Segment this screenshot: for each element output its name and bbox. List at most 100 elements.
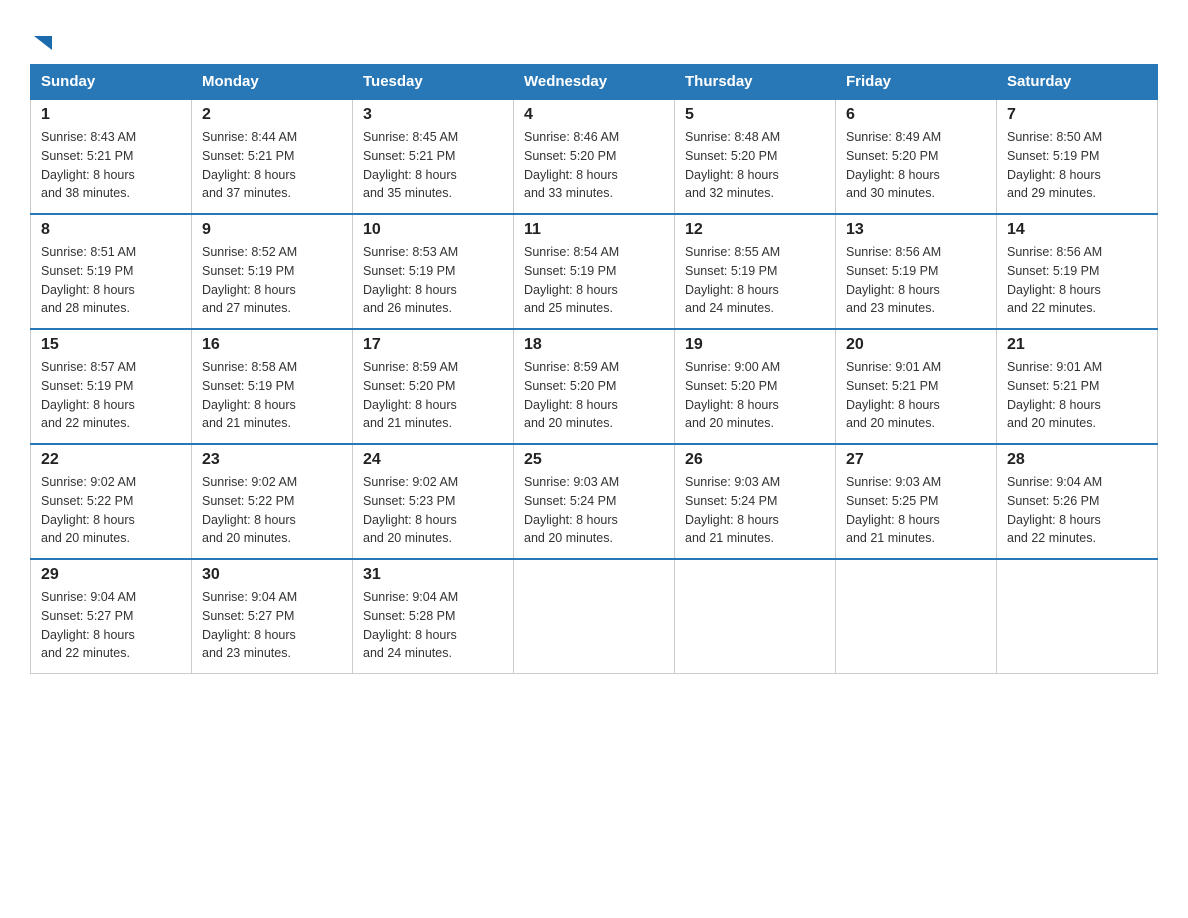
calendar-week-row: 1 Sunrise: 8:43 AMSunset: 5:21 PMDayligh… [31,99,1158,214]
calendar-cell: 23 Sunrise: 9:02 AMSunset: 5:22 PMDaylig… [192,444,353,559]
day-info: Sunrise: 8:56 AMSunset: 5:19 PMDaylight:… [1007,245,1102,315]
logo-triangle-icon [32,32,54,54]
calendar-cell: 17 Sunrise: 8:59 AMSunset: 5:20 PMDaylig… [353,329,514,444]
calendar-cell: 31 Sunrise: 9:04 AMSunset: 5:28 PMDaylig… [353,559,514,674]
day-info: Sunrise: 8:55 AMSunset: 5:19 PMDaylight:… [685,245,780,315]
calendar-cell: 25 Sunrise: 9:03 AMSunset: 5:24 PMDaylig… [514,444,675,559]
day-info: Sunrise: 9:02 AMSunset: 5:22 PMDaylight:… [41,475,136,545]
day-info: Sunrise: 9:01 AMSunset: 5:21 PMDaylight:… [846,360,941,430]
calendar-cell: 26 Sunrise: 9:03 AMSunset: 5:24 PMDaylig… [675,444,836,559]
calendar-cell: 2 Sunrise: 8:44 AMSunset: 5:21 PMDayligh… [192,99,353,214]
day-info: Sunrise: 9:00 AMSunset: 5:20 PMDaylight:… [685,360,780,430]
calendar-cell: 21 Sunrise: 9:01 AMSunset: 5:21 PMDaylig… [997,329,1158,444]
day-number: 3 [363,106,503,124]
calendar-cell: 19 Sunrise: 9:00 AMSunset: 5:20 PMDaylig… [675,329,836,444]
page-header [30,20,1158,54]
day-number: 5 [685,106,825,124]
day-info: Sunrise: 9:04 AMSunset: 5:27 PMDaylight:… [41,590,136,660]
calendar-week-row: 8 Sunrise: 8:51 AMSunset: 5:19 PMDayligh… [31,214,1158,329]
calendar-cell: 15 Sunrise: 8:57 AMSunset: 5:19 PMDaylig… [31,329,192,444]
day-number: 25 [524,451,664,469]
day-number: 14 [1007,221,1147,239]
day-info: Sunrise: 8:53 AMSunset: 5:19 PMDaylight:… [363,245,458,315]
day-number: 28 [1007,451,1147,469]
calendar-table: SundayMondayTuesdayWednesdayThursdayFrid… [30,64,1158,674]
day-number: 9 [202,221,342,239]
day-info: Sunrise: 8:59 AMSunset: 5:20 PMDaylight:… [524,360,619,430]
day-info: Sunrise: 9:03 AMSunset: 5:24 PMDaylight:… [685,475,780,545]
calendar-cell [514,559,675,674]
day-info: Sunrise: 8:59 AMSunset: 5:20 PMDaylight:… [363,360,458,430]
calendar-day-header: Saturday [997,65,1158,100]
calendar-header-row: SundayMondayTuesdayWednesdayThursdayFrid… [31,65,1158,100]
day-number: 10 [363,221,503,239]
day-info: Sunrise: 8:56 AMSunset: 5:19 PMDaylight:… [846,245,941,315]
day-info: Sunrise: 8:52 AMSunset: 5:19 PMDaylight:… [202,245,297,315]
day-number: 24 [363,451,503,469]
day-number: 15 [41,336,181,354]
day-number: 13 [846,221,986,239]
day-number: 4 [524,106,664,124]
day-info: Sunrise: 8:51 AMSunset: 5:19 PMDaylight:… [41,245,136,315]
calendar-cell: 11 Sunrise: 8:54 AMSunset: 5:19 PMDaylig… [514,214,675,329]
day-number: 20 [846,336,986,354]
calendar-cell: 8 Sunrise: 8:51 AMSunset: 5:19 PMDayligh… [31,214,192,329]
calendar-cell: 6 Sunrise: 8:49 AMSunset: 5:20 PMDayligh… [836,99,997,214]
calendar-week-row: 15 Sunrise: 8:57 AMSunset: 5:19 PMDaylig… [31,329,1158,444]
logo [30,30,65,54]
day-number: 12 [685,221,825,239]
day-info: Sunrise: 9:04 AMSunset: 5:28 PMDaylight:… [363,590,458,660]
calendar-cell: 5 Sunrise: 8:48 AMSunset: 5:20 PMDayligh… [675,99,836,214]
day-info: Sunrise: 9:04 AMSunset: 5:27 PMDaylight:… [202,590,297,660]
calendar-cell: 13 Sunrise: 8:56 AMSunset: 5:19 PMDaylig… [836,214,997,329]
day-info: Sunrise: 9:02 AMSunset: 5:22 PMDaylight:… [202,475,297,545]
day-info: Sunrise: 9:02 AMSunset: 5:23 PMDaylight:… [363,475,458,545]
calendar-cell: 3 Sunrise: 8:45 AMSunset: 5:21 PMDayligh… [353,99,514,214]
calendar-day-header: Monday [192,65,353,100]
calendar-week-row: 29 Sunrise: 9:04 AMSunset: 5:27 PMDaylig… [31,559,1158,674]
calendar-cell: 20 Sunrise: 9:01 AMSunset: 5:21 PMDaylig… [836,329,997,444]
day-number: 23 [202,451,342,469]
day-info: Sunrise: 8:50 AMSunset: 5:19 PMDaylight:… [1007,130,1102,200]
calendar-cell: 18 Sunrise: 8:59 AMSunset: 5:20 PMDaylig… [514,329,675,444]
day-info: Sunrise: 8:58 AMSunset: 5:19 PMDaylight:… [202,360,297,430]
day-number: 7 [1007,106,1147,124]
day-number: 17 [363,336,503,354]
day-number: 1 [41,106,181,124]
calendar-day-header: Tuesday [353,65,514,100]
calendar-cell: 9 Sunrise: 8:52 AMSunset: 5:19 PMDayligh… [192,214,353,329]
day-number: 21 [1007,336,1147,354]
calendar-day-header: Wednesday [514,65,675,100]
calendar-cell: 30 Sunrise: 9:04 AMSunset: 5:27 PMDaylig… [192,559,353,674]
day-info: Sunrise: 8:57 AMSunset: 5:19 PMDaylight:… [41,360,136,430]
calendar-cell: 27 Sunrise: 9:03 AMSunset: 5:25 PMDaylig… [836,444,997,559]
calendar-cell [997,559,1158,674]
calendar-cell: 16 Sunrise: 8:58 AMSunset: 5:19 PMDaylig… [192,329,353,444]
calendar-cell: 7 Sunrise: 8:50 AMSunset: 5:19 PMDayligh… [997,99,1158,214]
calendar-week-row: 22 Sunrise: 9:02 AMSunset: 5:22 PMDaylig… [31,444,1158,559]
calendar-cell: 14 Sunrise: 8:56 AMSunset: 5:19 PMDaylig… [997,214,1158,329]
calendar-cell: 24 Sunrise: 9:02 AMSunset: 5:23 PMDaylig… [353,444,514,559]
day-number: 29 [41,566,181,584]
day-info: Sunrise: 9:04 AMSunset: 5:26 PMDaylight:… [1007,475,1102,545]
day-number: 26 [685,451,825,469]
calendar-day-header: Sunday [31,65,192,100]
day-number: 22 [41,451,181,469]
day-info: Sunrise: 8:49 AMSunset: 5:20 PMDaylight:… [846,130,941,200]
calendar-day-header: Thursday [675,65,836,100]
day-number: 30 [202,566,342,584]
day-number: 18 [524,336,664,354]
calendar-cell: 10 Sunrise: 8:53 AMSunset: 5:19 PMDaylig… [353,214,514,329]
day-info: Sunrise: 9:03 AMSunset: 5:25 PMDaylight:… [846,475,941,545]
day-number: 19 [685,336,825,354]
day-info: Sunrise: 8:44 AMSunset: 5:21 PMDaylight:… [202,130,297,200]
day-info: Sunrise: 8:43 AMSunset: 5:21 PMDaylight:… [41,130,136,200]
calendar-cell: 29 Sunrise: 9:04 AMSunset: 5:27 PMDaylig… [31,559,192,674]
day-info: Sunrise: 8:46 AMSunset: 5:20 PMDaylight:… [524,130,619,200]
day-info: Sunrise: 8:54 AMSunset: 5:19 PMDaylight:… [524,245,619,315]
day-info: Sunrise: 9:03 AMSunset: 5:24 PMDaylight:… [524,475,619,545]
calendar-cell: 12 Sunrise: 8:55 AMSunset: 5:19 PMDaylig… [675,214,836,329]
calendar-cell: 28 Sunrise: 9:04 AMSunset: 5:26 PMDaylig… [997,444,1158,559]
calendar-cell [836,559,997,674]
day-info: Sunrise: 9:01 AMSunset: 5:21 PMDaylight:… [1007,360,1102,430]
